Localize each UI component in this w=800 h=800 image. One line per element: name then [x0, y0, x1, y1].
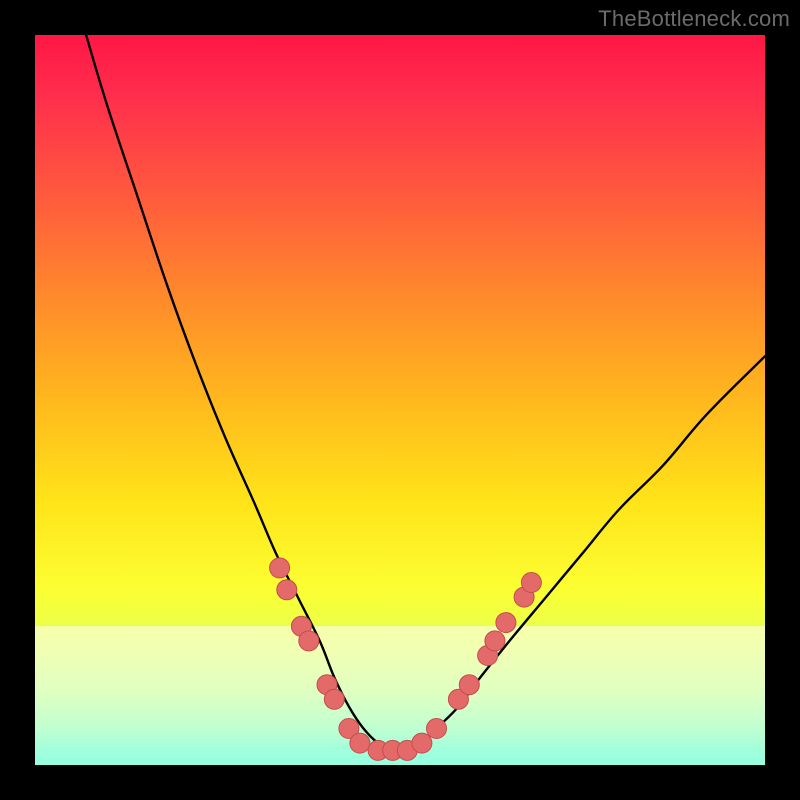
plot-area	[35, 35, 765, 765]
watermark-text: TheBottleneck.com	[598, 6, 790, 32]
data-marker	[299, 631, 319, 651]
data-marker	[324, 689, 344, 709]
chart-frame: TheBottleneck.com	[0, 0, 800, 800]
data-marker	[427, 719, 447, 739]
chart-svg	[35, 35, 765, 765]
data-marker	[459, 675, 479, 695]
marker-group	[270, 558, 542, 761]
data-marker	[277, 580, 297, 600]
data-marker	[270, 558, 290, 578]
data-marker	[412, 733, 432, 753]
data-marker	[496, 613, 516, 633]
data-marker	[350, 733, 370, 753]
bottleneck-curve	[86, 35, 765, 751]
data-marker	[521, 573, 541, 593]
data-marker	[485, 631, 505, 651]
